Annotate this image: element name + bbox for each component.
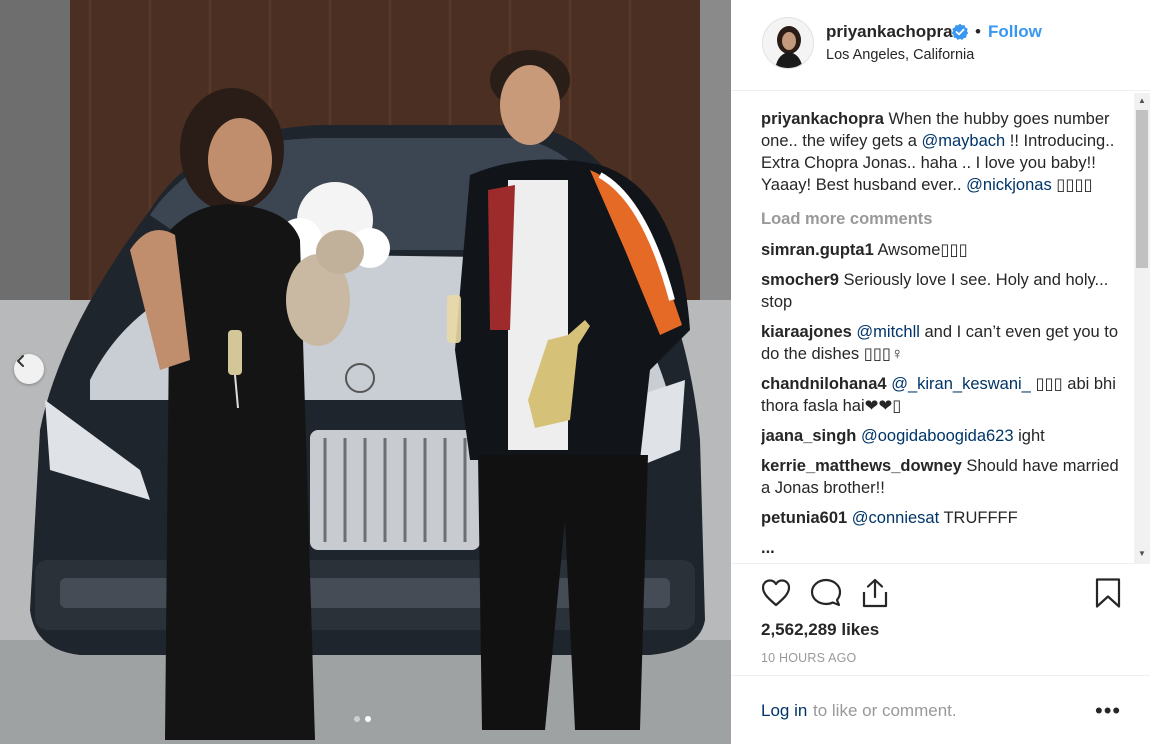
comments-list: priyankachopra When the hubby goes numbe…	[761, 108, 1131, 564]
chevron-left-icon	[17, 355, 24, 367]
more-options-button[interactable]: •••	[1095, 698, 1121, 724]
follow-button[interactable]: Follow	[988, 22, 1042, 42]
comment-items: simran.gupta1 Awsome▯▯▯ smocher9 Seriousl…	[761, 239, 1131, 559]
post-location[interactable]: Los Angeles, California	[826, 47, 974, 63]
post-photo	[0, 0, 731, 744]
comment-mention[interactable]: @conniesat	[852, 509, 939, 527]
comments-scrollbar-thumb[interactable]	[1136, 110, 1148, 268]
comment-username[interactable]: chandnilohana4	[761, 375, 887, 393]
comment-item: ...	[761, 537, 1131, 559]
comment-mention[interactable]: @oogidaboogida623	[861, 427, 1014, 445]
comment-username[interactable]: simran.gupta1	[761, 241, 874, 259]
share-upload-icon[interactable]	[859, 577, 891, 609]
post-username[interactable]: priyankachopra	[826, 22, 953, 42]
comment-username[interactable]: kerrie_matthews_downey	[761, 457, 962, 475]
scroll-up-arrow-icon[interactable]: ▲	[1136, 95, 1148, 107]
comment-item: chandnilohana4 @_kiran_keswani_ ▯▯▯ abi …	[761, 373, 1131, 417]
post-header: priyankachopra • Follow Los Angeles, Cal…	[731, 0, 1150, 91]
comment-item: simran.gupta1 Awsome▯▯▯	[761, 239, 1131, 261]
caption-text: ▯▯▯▯	[1051, 176, 1093, 194]
photo-illustration	[0, 0, 731, 744]
load-more-comments-button[interactable]: Load more comments	[761, 210, 1131, 229]
post-side-panel: priyankachopra • Follow Los Angeles, Cal…	[731, 0, 1150, 744]
comment-item: kerrie_matthews_downey Should have marri…	[761, 455, 1131, 499]
carousel-prev-button[interactable]	[14, 354, 44, 384]
comment-mention[interactable]: @_kiran_keswani_	[891, 375, 1031, 393]
scroll-down-arrow-icon[interactable]: ▼	[1136, 548, 1148, 560]
comment-username[interactable]: kiaraajones	[761, 323, 852, 341]
comment-username[interactable]: smocher9	[761, 271, 839, 289]
heart-icon[interactable]	[760, 577, 792, 609]
login-prompt: Log in to like or comment. •••	[731, 675, 1150, 744]
comment-text: ight	[1013, 427, 1045, 445]
comment-username[interactable]: jaana_singh	[761, 427, 856, 445]
carousel-dot	[354, 716, 360, 722]
post-actions: 2,562,289 likes 10 HOURS AGO Log in to l…	[731, 563, 1150, 744]
caption-username[interactable]: priyankachopra	[761, 110, 884, 128]
login-link[interactable]: Log in	[761, 701, 807, 721]
login-prompt-text: to like or comment.	[813, 701, 957, 720]
header-separator: •	[975, 22, 981, 41]
caption: priyankachopra When the hubby goes numbe…	[761, 108, 1131, 196]
comment-text: Awsome▯▯▯	[873, 241, 968, 259]
caption-mention[interactable]: @nickjonas	[966, 176, 1052, 194]
comment-item: kiaraajones @mitchll and I can’t even ge…	[761, 321, 1131, 365]
avatar[interactable]	[762, 17, 814, 69]
verified-badge-icon	[951, 23, 969, 40]
comment-item: jaana_singh @oogidaboogida623 ight	[761, 425, 1131, 447]
post-timestamp[interactable]: 10 HOURS AGO	[761, 651, 857, 665]
comment-item: smocher9 Seriously love I see. Holy and …	[761, 269, 1131, 313]
carousel-dot-active	[365, 716, 371, 722]
comment-item: petunia601 @conniesat TRUFFFF	[761, 507, 1131, 529]
comment-mention[interactable]: @mitchll	[856, 323, 920, 341]
caption-mention[interactable]: @maybach	[922, 132, 1006, 150]
comment-username[interactable]: petunia601	[761, 509, 847, 527]
comment-bubble-icon[interactable]	[810, 577, 842, 609]
comment-username[interactable]: ...	[761, 539, 775, 557]
likes-count[interactable]: 2,562,289 likes	[761, 620, 879, 640]
comment-text: TRUFFFF	[939, 509, 1018, 527]
avatar-image	[763, 18, 813, 68]
carousel-dots	[354, 716, 371, 722]
bookmark-icon[interactable]	[1092, 577, 1124, 609]
